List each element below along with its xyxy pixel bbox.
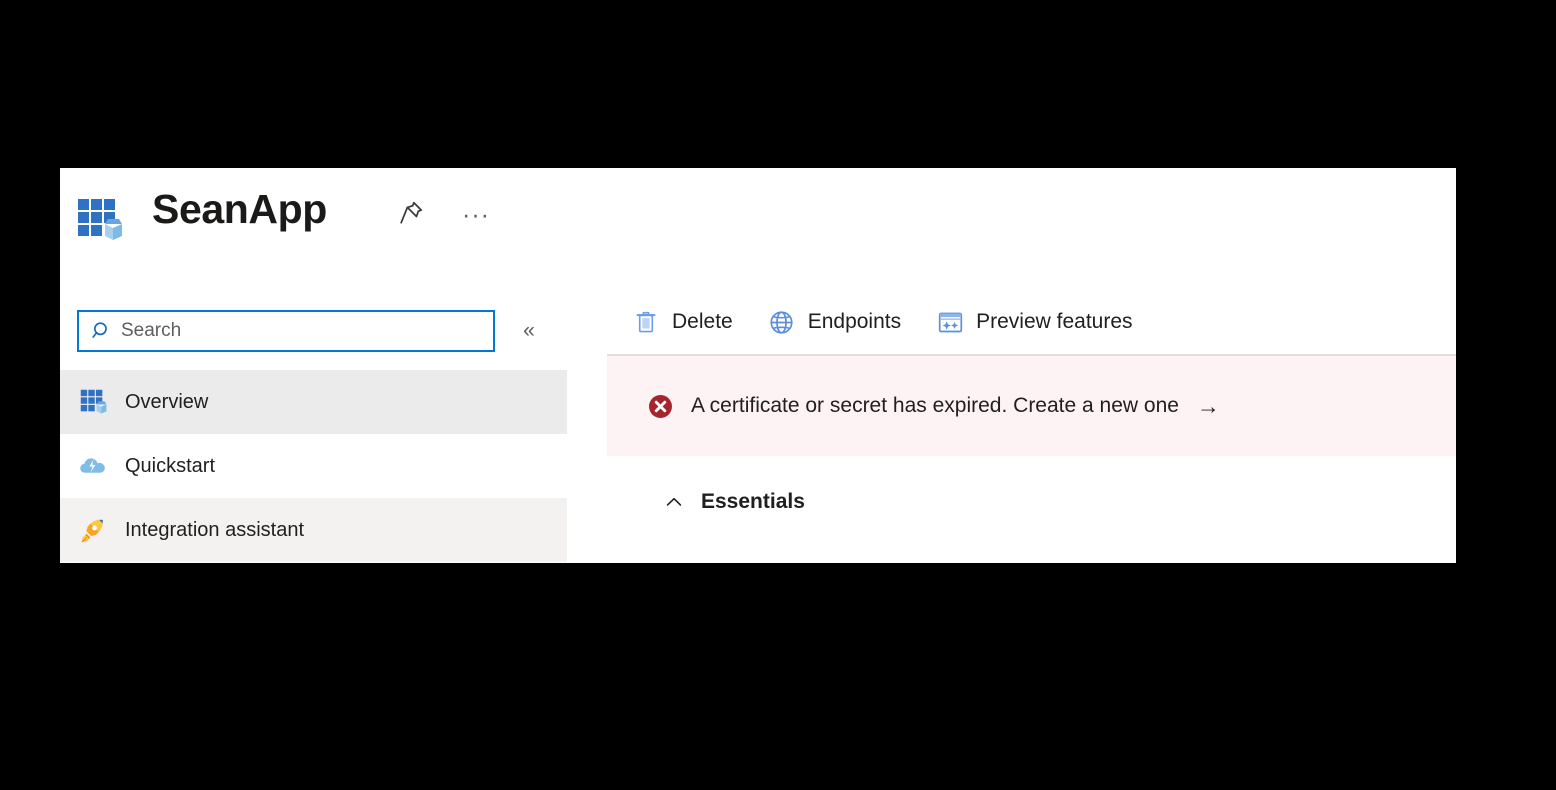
sidebar-item-integration-assistant[interactable]: Integration assistant — [60, 498, 567, 562]
sidebar-item-label: Integration assistant — [125, 518, 304, 541]
command-label: Preview features — [976, 310, 1133, 333]
app-registration-icon — [75, 196, 123, 244]
app-registration-icon — [76, 385, 110, 419]
blade-content: Delete Endpoints Preview features A cert… — [607, 290, 1456, 563]
status-banner[interactable]: A certificate or secret has expired. Cre… — [607, 356, 1456, 456]
sidebar-item-label: Overview — [125, 390, 209, 413]
more-options-button[interactable]: ··· — [455, 194, 497, 236]
azure-blade-panel: SeanApp ··· Search « Overview Quickstart… — [60, 168, 1456, 563]
search-placeholder: Search — [121, 320, 182, 341]
essentials-label: Essentials — [701, 490, 805, 513]
delete-button[interactable]: Delete — [621, 298, 743, 346]
essentials-toggle[interactable]: Essentials — [607, 472, 1456, 532]
blade-header: SeanApp ··· — [60, 168, 1456, 290]
collapse-sidebar-button[interactable]: « — [512, 314, 546, 348]
page-title: SeanApp — [152, 186, 327, 232]
trash-icon — [631, 307, 661, 337]
globe-icon — [767, 307, 797, 337]
preview-features-icon — [935, 307, 965, 337]
search-input[interactable]: Search — [77, 310, 495, 352]
sidebar-nav-list: Overview Quickstart Integration assistan… — [60, 370, 567, 562]
arrow-right-icon: → — [1196, 392, 1220, 419]
pin-button[interactable] — [390, 194, 432, 236]
status-banner-message: A certificate or secret has expired. Cre… — [691, 394, 1179, 417]
sidebar-item-label: Quickstart — [125, 454, 216, 477]
chevron-up-icon — [662, 490, 686, 514]
search-icon — [89, 318, 115, 344]
cloud-lightning-icon — [76, 449, 110, 483]
ellipsis-icon: ··· — [462, 201, 490, 229]
screen-root: SeanApp ··· Search « Overview Quickstart… — [0, 0, 1556, 790]
double-chevron-left-icon: « — [523, 319, 535, 342]
sidebar-item-overview[interactable]: Overview — [60, 370, 567, 434]
command-label: Delete — [672, 310, 733, 333]
error-circle-x-icon — [645, 391, 675, 421]
command-bar: Delete Endpoints Preview features — [607, 290, 1456, 354]
sidebar-item-quickstart[interactable]: Quickstart — [60, 434, 567, 498]
pin-icon — [397, 199, 425, 232]
command-label: Endpoints — [807, 310, 902, 333]
blade-sidebar: Search « Overview Quickstart Integration… — [60, 290, 567, 563]
preview-features-button[interactable]: Preview features — [925, 298, 1142, 346]
rocket-icon — [76, 513, 110, 547]
endpoints-button[interactable]: Endpoints — [757, 298, 911, 346]
sidebar-search-row: Search « — [60, 298, 567, 370]
